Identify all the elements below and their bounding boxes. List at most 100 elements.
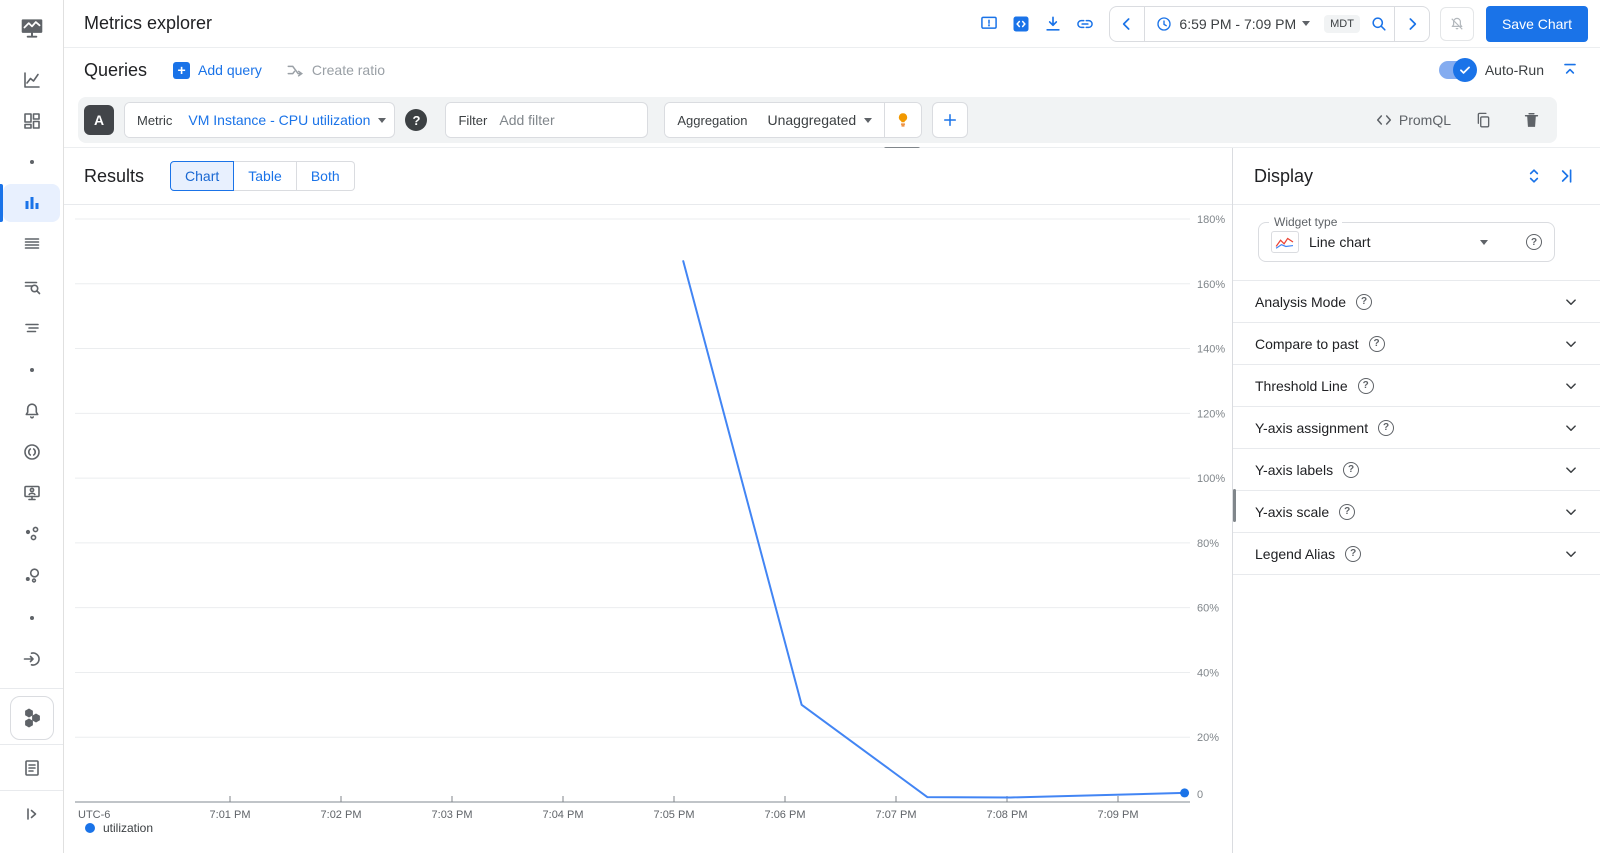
expand-panel-icon bbox=[26, 808, 36, 820]
delete-query-button[interactable] bbox=[1515, 104, 1547, 136]
line-chart-icon bbox=[23, 72, 40, 88]
chevron-left-icon bbox=[1123, 17, 1130, 30]
query-builder-section: A Metric VM Instance - CPU utilization ?… bbox=[64, 92, 1600, 151]
display-section-row[interactable]: Analysis Mode ? bbox=[1233, 281, 1600, 323]
metric-dropdown[interactable]: VM Instance - CPU utilization bbox=[184, 112, 394, 128]
collapse-panel-button[interactable] bbox=[1550, 160, 1582, 192]
svg-text:140%: 140% bbox=[1197, 344, 1225, 356]
metric-label: Metric bbox=[125, 103, 185, 137]
sidebar-item-uptime-checks[interactable] bbox=[0, 432, 63, 472]
sidebar-item-trace[interactable] bbox=[0, 308, 63, 348]
results-header: Results Chart Table Both bbox=[64, 148, 1232, 205]
display-section-row[interactable]: Y-axis labels ? bbox=[1233, 449, 1600, 491]
view-code-button[interactable] bbox=[1005, 8, 1037, 40]
report-document-icon bbox=[24, 760, 39, 776]
help-icon[interactable]: ? bbox=[1345, 545, 1362, 562]
display-section-label: Analysis Mode bbox=[1255, 293, 1347, 310]
add-query-label: Add query bbox=[198, 62, 262, 78]
query-actions: PromQL bbox=[1375, 104, 1547, 136]
create-ratio-button[interactable]: Create ratio bbox=[286, 61, 385, 79]
monitoring-logo-icon bbox=[21, 19, 42, 38]
line-chart-thumbnail-icon bbox=[1271, 231, 1299, 253]
svg-text:60%: 60% bbox=[1197, 603, 1219, 615]
sidebar-item-gke-hexagons[interactable] bbox=[10, 696, 54, 740]
expand-all-sections-button[interactable] bbox=[1518, 160, 1550, 192]
clock-icon bbox=[1157, 16, 1172, 31]
alerting-disabled-button[interactable] bbox=[1439, 6, 1474, 41]
chevron-down-icon bbox=[1566, 298, 1576, 305]
sidebar-item-log-search[interactable] bbox=[0, 267, 63, 307]
search-icon bbox=[1372, 16, 1386, 31]
svg-text:7:07 PM: 7:07 PM bbox=[876, 809, 917, 821]
sidebar-item-groups[interactable] bbox=[0, 514, 63, 554]
query-letter-badge: A bbox=[84, 105, 114, 135]
tab-both[interactable]: Both bbox=[296, 161, 355, 191]
feedback-button[interactable] bbox=[973, 8, 1005, 40]
results-heading: Results bbox=[84, 165, 145, 186]
help-icon[interactable]: ? bbox=[1343, 461, 1360, 478]
sidebar-item-dashboards[interactable] bbox=[0, 101, 63, 141]
save-chart-button[interactable]: Save Chart bbox=[1485, 5, 1588, 42]
add-query-button[interactable]: + Add query bbox=[173, 61, 262, 79]
sidebar-item-services[interactable] bbox=[0, 556, 63, 596]
collapse-queries-button[interactable] bbox=[1554, 54, 1586, 86]
time-forward-button[interactable] bbox=[1395, 8, 1429, 40]
help-icon[interactable]: ? bbox=[1368, 335, 1385, 352]
help-icon[interactable]: ? bbox=[1339, 503, 1356, 520]
aggregation-dropdown[interactable]: Unaggregated bbox=[759, 112, 884, 128]
help-icon[interactable]: ? bbox=[1357, 377, 1374, 394]
sidebar-item-list[interactable] bbox=[0, 224, 63, 264]
display-section-row[interactable]: Compare to past ? bbox=[1233, 323, 1600, 365]
display-sections-list: Analysis Mode ? Compare to past ? Thresh… bbox=[1233, 280, 1600, 575]
panel-scrollbar[interactable] bbox=[1233, 489, 1236, 522]
sidebar-item-monitored-resources[interactable] bbox=[0, 473, 63, 513]
legend-series-label[interactable]: utilization bbox=[103, 821, 153, 835]
promql-button[interactable]: PromQL bbox=[1375, 111, 1451, 129]
metric-help-button[interactable]: ? bbox=[405, 109, 428, 131]
sidebar-divider bbox=[0, 744, 63, 745]
auto-run-toggle[interactable] bbox=[1438, 58, 1477, 82]
display-header: Display bbox=[1233, 148, 1600, 205]
time-back-button[interactable] bbox=[1110, 8, 1144, 40]
dropdown-caret-icon bbox=[864, 117, 873, 123]
add-clause-button[interactable] bbox=[932, 102, 969, 138]
sidebar-expand-button[interactable] bbox=[0, 794, 63, 834]
svg-text:180%: 180% bbox=[1197, 214, 1225, 226]
dropdown-caret-icon bbox=[378, 117, 387, 123]
tab-table[interactable]: Table bbox=[234, 161, 297, 191]
display-section-row[interactable]: Threshold Line ? bbox=[1233, 365, 1600, 407]
code-brackets-icon bbox=[1376, 115, 1391, 125]
download-button[interactable] bbox=[1037, 8, 1069, 40]
sidebar-item-metrics-explorer[interactable] bbox=[0, 183, 63, 223]
chevron-down-icon bbox=[1566, 466, 1576, 473]
widget-type-help-icon[interactable]: ? bbox=[1526, 234, 1542, 250]
time-range-dropdown[interactable]: 6:59 PM - 7:09 PM bbox=[1145, 15, 1320, 33]
display-section-row[interactable]: Y-axis scale ? bbox=[1233, 491, 1600, 533]
toggle-thumb bbox=[1452, 58, 1477, 82]
results-pane: Results Chart Table Both 180% 160% 140% 120… bbox=[64, 148, 1232, 853]
sidebar-item-overview[interactable] bbox=[0, 60, 63, 100]
suggestion-bulb-button[interactable] bbox=[885, 103, 922, 137]
dashboard-icon bbox=[23, 113, 40, 129]
display-section-row[interactable]: Y-axis assignment ? bbox=[1233, 407, 1600, 449]
line-chart[interactable]: 180% 160% 140% 120% 100% 80% 60% 40% 20% 0 7:01 PM… bbox=[64, 205, 1232, 845]
create-ratio-label: Create ratio bbox=[311, 62, 386, 78]
help-icon[interactable]: ? bbox=[1356, 293, 1373, 310]
svg-text:UTC-6: UTC-6 bbox=[78, 809, 110, 821]
metric-selector-group: Metric VM Instance - CPU utilization bbox=[124, 102, 396, 138]
widget-type-select[interactable]: Widget type Line chart ? bbox=[1258, 215, 1555, 262]
filter-input[interactable] bbox=[499, 112, 648, 128]
time-zoom-button[interactable] bbox=[1364, 8, 1394, 40]
chevron-down-icon bbox=[1566, 550, 1576, 557]
duplicate-query-button[interactable] bbox=[1467, 104, 1499, 136]
queries-heading: Queries bbox=[84, 59, 148, 80]
display-section-label: Y-axis assignment bbox=[1255, 419, 1369, 436]
help-icon[interactable]: ? bbox=[1378, 419, 1395, 436]
display-section-row[interactable]: Legend Alias ? bbox=[1233, 533, 1600, 575]
timezone-chip[interactable]: MDT bbox=[1324, 14, 1360, 33]
sidebar-item-reports[interactable] bbox=[0, 748, 63, 788]
share-link-button[interactable] bbox=[1069, 8, 1101, 40]
sidebar-item-integrations[interactable] bbox=[0, 639, 63, 679]
tab-chart[interactable]: Chart bbox=[170, 161, 235, 191]
sidebar-item-alerting[interactable] bbox=[0, 391, 63, 431]
